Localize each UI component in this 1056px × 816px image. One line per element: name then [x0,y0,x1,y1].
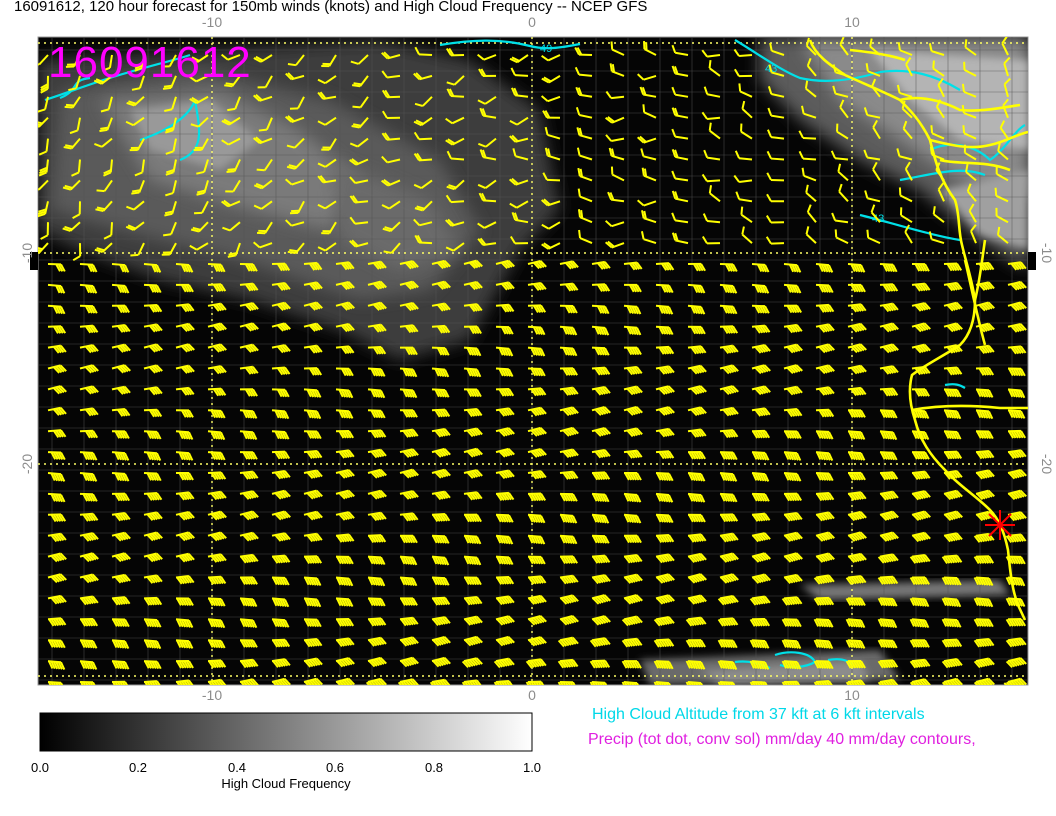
wind-barb [653,638,675,648]
colorbar-tick: 1.0 [522,760,542,775]
wind-barb [621,681,642,685]
colorbar-tick: 0.0 [30,760,50,775]
colorbar [39,712,533,752]
colorbar-title: High Cloud Frequency [221,776,351,791]
wind-barb [845,597,866,607]
wind-barb [941,638,963,648]
wind-barb [717,639,738,649]
wind-barb [653,660,674,670]
wind-barb [941,576,962,586]
wind-barb [781,618,802,628]
x-tick-bottom: -10 [202,687,222,703]
x-tick-bottom: 0 [528,687,536,703]
wind-barb [973,576,994,587]
x-tick-top: 0 [528,14,536,30]
wind-barb [749,639,770,649]
legend-precip: Precip (tot dot, conv sol) mm/day 40 mm/… [588,731,976,748]
wind-barb [781,596,803,606]
wind-barb [621,660,642,669]
wind-barb [877,575,899,585]
x-tick-top: 10 [844,14,860,30]
colorbar-tick: 0.4 [227,760,247,775]
wind-barb [813,680,835,685]
wind-barb [749,681,770,685]
wind-barb [717,681,738,685]
wind-barb [973,638,995,648]
wind-barb [685,681,706,685]
wind-barb [813,618,834,628]
wind-barb [941,618,962,628]
wind-barb [845,618,866,629]
colorbar-tick: 0.2 [128,760,148,775]
wind-barb [749,617,771,627]
x-tick-top: -10 [202,14,222,30]
legend-cloud-altitude: High Cloud Altitude from 37 kft at 6 kft… [592,706,925,723]
y-tick-right: -20 [1039,454,1055,474]
wind-barb [877,639,898,649]
wind-barb [813,596,835,606]
wind-barb [909,597,930,608]
y-tick-right: -10 [1039,243,1055,263]
wind-barb [877,597,898,607]
wind-barb [845,660,866,669]
wind-barb [493,680,515,685]
wind-barb [877,659,899,669]
colorbar-tick: 0.8 [424,760,444,775]
wind-barb [941,554,963,564]
wind-barb [685,660,706,670]
wind-barb [717,617,739,627]
wind-barb [589,681,610,685]
wind-barb [589,659,611,669]
wind-barb [909,618,930,629]
wind-barb [557,681,578,685]
colorbar-tick: 0.6 [325,760,345,775]
date-stamp: 16091612 [48,38,252,87]
contour-label: 49 [540,43,552,55]
red-star-marker-icon [985,510,1015,540]
wind-barb [813,660,834,670]
wind-barb [909,639,930,648]
wind-barb [845,639,866,649]
wind-barb [781,660,802,670]
wind-barb [685,639,706,648]
y-tick-left: -20 [19,454,35,474]
wind-barb [973,555,995,565]
forecast-map: 49 43 43 -10 0 10 -10 0 10 -10 -20 -10 -… [19,14,1055,752]
wind-barb [909,576,930,585]
wind-barb [1005,617,1027,627]
wind-barb [557,658,579,669]
y-tick-left: -10 [19,243,35,263]
wind-barb [973,618,994,628]
x-tick-bottom: 10 [844,687,860,703]
wind-barb [79,681,98,685]
